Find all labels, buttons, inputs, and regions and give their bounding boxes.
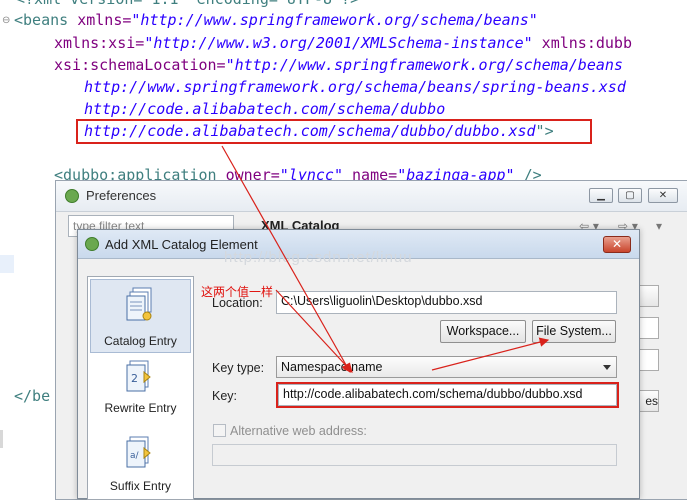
entry-label: Rewrite Entry bbox=[104, 401, 177, 415]
side-button-3[interactable] bbox=[639, 349, 659, 371]
entry-catalog[interactable]: Catalog Entry bbox=[90, 279, 191, 353]
workspace-button[interactable]: Workspace... bbox=[440, 320, 526, 343]
alternative-web-address-label: Alternative web address: bbox=[230, 424, 367, 438]
eclipse-logo-icon bbox=[65, 189, 79, 203]
key-highlight-box bbox=[276, 382, 619, 408]
side-button-1[interactable] bbox=[639, 285, 659, 307]
entry-rewrite[interactable]: 2 Rewrite Entry bbox=[90, 355, 191, 429]
svg-text:2: 2 bbox=[131, 372, 138, 385]
catalog-entry-icon bbox=[126, 287, 152, 321]
svg-text:a/: a/ bbox=[130, 451, 140, 461]
alternative-web-address-checkbox[interactable] bbox=[213, 424, 226, 437]
watermark-text: http://blog.csdn.net/linuu bbox=[224, 249, 413, 266]
code-line-beans-open: <beans xmlns="http://www.springframework… bbox=[14, 11, 538, 29]
preferences-title: Preferences bbox=[86, 188, 157, 203]
key-type-select[interactable]: Namespace name bbox=[276, 356, 617, 378]
rewrite-entry-icon: 2 bbox=[126, 360, 151, 392]
entry-suffix[interactable]: a/ Suffix Entry bbox=[90, 431, 191, 499]
key-type-label: Key type: bbox=[212, 361, 265, 375]
key-label: Key: bbox=[212, 389, 238, 403]
preferences-titlebar[interactable]: Preferences ▁ ▢ ✕ bbox=[56, 181, 687, 212]
gutter-marker bbox=[0, 430, 3, 448]
fold-toggle-icon[interactable]: ⊖ bbox=[2, 15, 10, 26]
code-line-xml-declaration: <?xml version="1.1" encoding="UTF-8"?> bbox=[16, 0, 359, 10]
minimize-button[interactable]: ▁ bbox=[589, 188, 613, 203]
code-line-schema-location: xsi:schemaLocation="http://www.springfra… bbox=[54, 56, 623, 74]
code-line-dubbo-namespace: http://code.alibabatech.com/schema/dubbo bbox=[84, 100, 446, 118]
maximize-button[interactable]: ▢ bbox=[618, 188, 642, 203]
file-system-button[interactable]: File System... bbox=[532, 320, 616, 343]
side-button-2[interactable] bbox=[639, 317, 659, 339]
close-button[interactable]: ✕ bbox=[648, 188, 678, 203]
suffix-entry-icon: a/ bbox=[126, 436, 151, 468]
code-line-beans-close: </be bbox=[14, 387, 51, 405]
view-menu-button[interactable]: ▾ bbox=[656, 219, 662, 233]
gutter-line-highlight bbox=[0, 255, 14, 273]
entry-label: Catalog Entry bbox=[104, 334, 177, 348]
entry-type-list[interactable]: Catalog Entry 2 Rewrite Entry a/ Suffix … bbox=[87, 276, 194, 500]
dubbo-xsd-highlight-box bbox=[76, 119, 592, 144]
location-input[interactable]: C:\Users\liguolin\Desktop\dubbo.xsd bbox=[276, 291, 617, 314]
key-type-value: Namespace name bbox=[281, 360, 383, 374]
eclipse-logo-icon bbox=[85, 237, 99, 251]
dialog-close-button[interactable]: ✕ bbox=[603, 236, 631, 253]
add-xml-catalog-element-dialog: Add XML Catalog Element ✕ http://blog.cs… bbox=[77, 229, 640, 500]
alternative-web-address-input[interactable] bbox=[212, 444, 617, 466]
chevron-down-icon bbox=[603, 365, 611, 370]
code-line-spring-beans-xsd: http://www.springframework.org/schema/be… bbox=[84, 78, 626, 96]
code-line-xmlns-xsi: xmlns:xsi="http://www.w3.org/2001/XMLSch… bbox=[54, 34, 632, 52]
entry-label: Suffix Entry bbox=[109, 479, 172, 493]
side-button-edit[interactable]: es bbox=[639, 390, 659, 412]
location-label: Location: bbox=[212, 296, 263, 310]
